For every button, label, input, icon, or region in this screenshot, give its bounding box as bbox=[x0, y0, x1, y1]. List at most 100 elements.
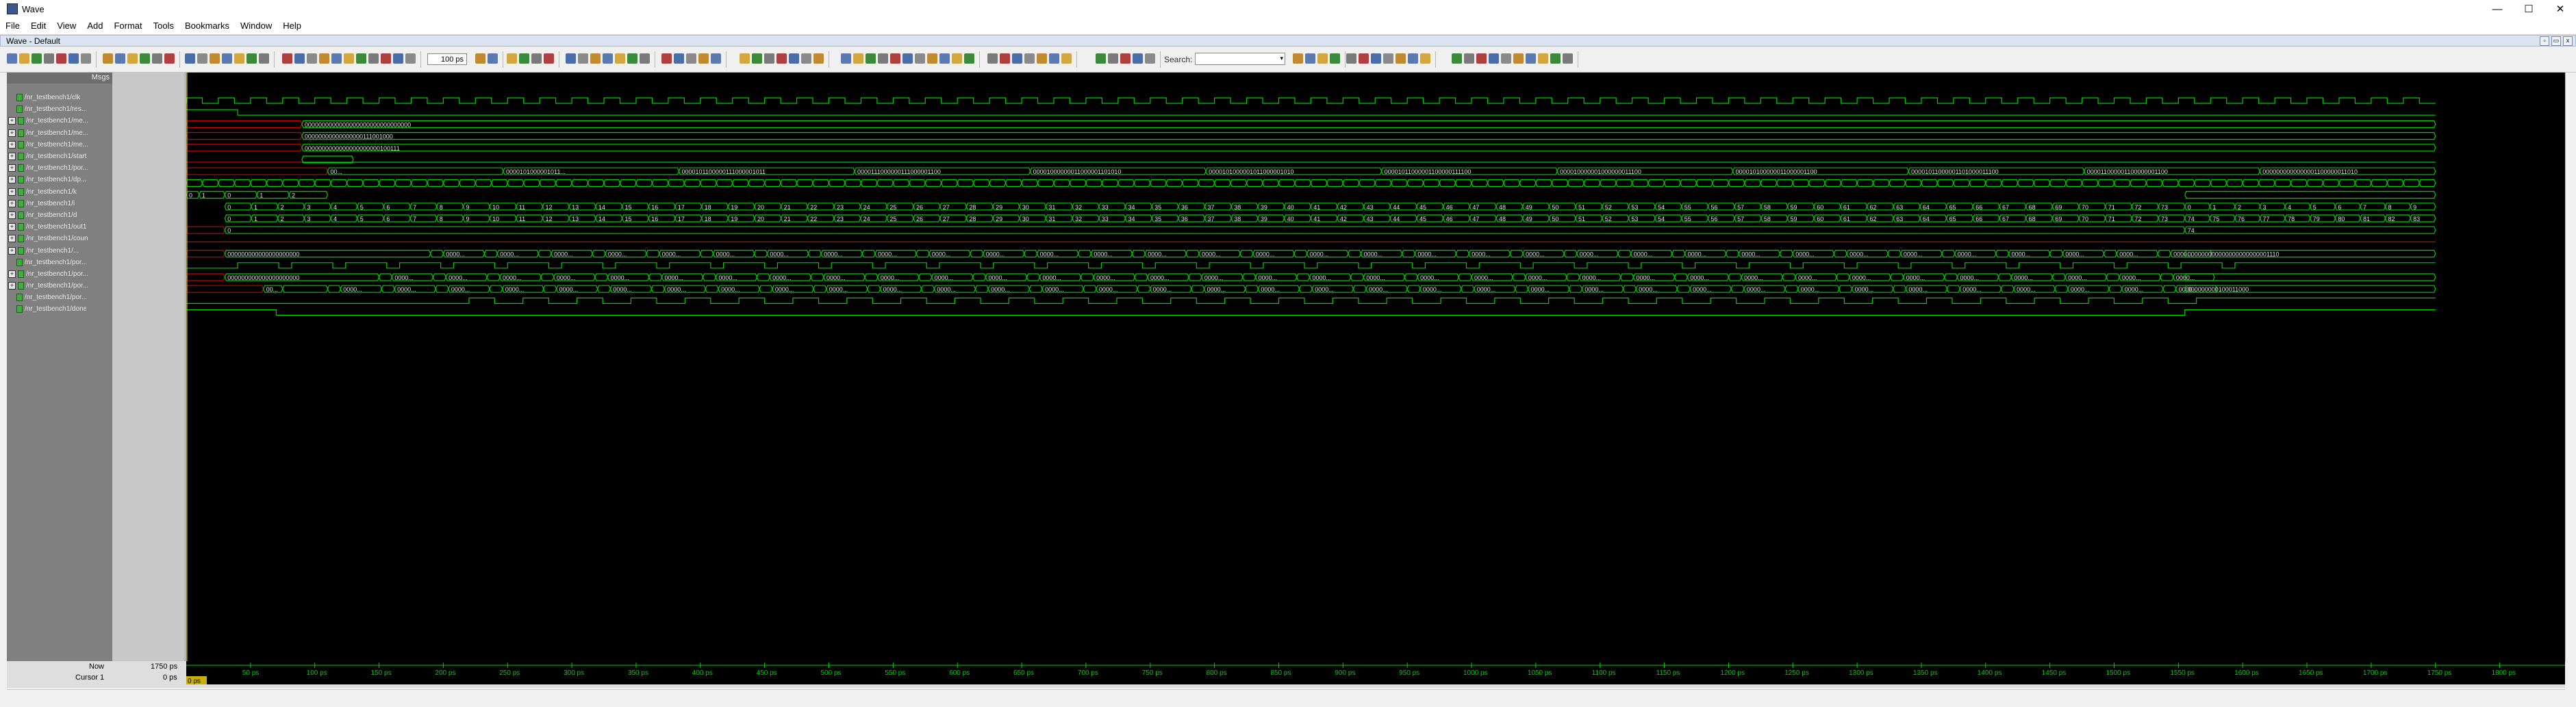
signal-name[interactable]: /nr_testbench1/dp... bbox=[26, 176, 88, 183]
toolbar-button-icon[interactable] bbox=[866, 53, 876, 64]
toolbar-button-icon[interactable] bbox=[1346, 53, 1356, 64]
toolbar-button-icon[interactable] bbox=[544, 53, 554, 64]
toolbar-button-icon[interactable] bbox=[1037, 53, 1047, 64]
signal-name[interactable]: /nr_testbench1/por... bbox=[26, 164, 88, 172]
zoom-value-field[interactable]: 100 ps bbox=[427, 53, 467, 65]
toolbar-button-icon[interactable] bbox=[234, 53, 244, 64]
toolbar-button-icon[interactable] bbox=[519, 53, 529, 64]
toolbar-button-icon[interactable] bbox=[1120, 53, 1131, 64]
toolbar-button-icon[interactable] bbox=[603, 53, 613, 64]
signal-row[interactable]: /nr_testbench1/doneSt1 bbox=[7, 303, 125, 315]
toolbar-button-icon[interactable] bbox=[140, 53, 150, 64]
toolbar-button-icon[interactable] bbox=[801, 53, 811, 64]
toolbar-button-icon[interactable] bbox=[764, 53, 774, 64]
toolbar-button-icon[interactable] bbox=[578, 53, 588, 64]
toolbar-button-icon[interactable] bbox=[674, 53, 684, 64]
expand-icon[interactable]: + bbox=[8, 246, 16, 255]
signal-name[interactable]: /nr_testbench1/d bbox=[26, 211, 88, 219]
toolbar-button-icon[interactable] bbox=[81, 53, 91, 64]
toolbar-button-icon[interactable] bbox=[1330, 53, 1340, 64]
horizontal-scrollbar[interactable] bbox=[7, 689, 2565, 702]
toolbar-button-icon[interactable] bbox=[915, 53, 925, 64]
toolbar-button-icon[interactable] bbox=[31, 53, 42, 64]
toolbar-button-icon[interactable] bbox=[1305, 53, 1315, 64]
signal-row[interactable]: +/nr_testbench1/k70 bbox=[7, 186, 123, 198]
toolbar-button-icon[interactable] bbox=[987, 53, 998, 64]
cursor-label[interactable]: Cursor 1 bbox=[75, 673, 104, 682]
toolbar-button-icon[interactable] bbox=[615, 53, 625, 64]
menu-view[interactable]: View bbox=[51, 18, 81, 34]
signal-name[interactable]: /nr_testbench1/me... bbox=[26, 129, 88, 137]
signal-row[interactable]: +/nr_testbench1/i10 bbox=[7, 198, 123, 209]
toolbar-button-icon[interactable] bbox=[853, 53, 863, 64]
toolbar-button-icon[interactable] bbox=[1396, 53, 1406, 64]
expand-icon[interactable]: + bbox=[8, 270, 16, 278]
toolbar-button-icon[interactable] bbox=[1293, 53, 1303, 64]
restore-icon[interactable]: ▭ bbox=[2551, 36, 2561, 46]
expand-icon[interactable]: + bbox=[8, 188, 16, 196]
toolbar-button-icon[interactable] bbox=[776, 53, 787, 64]
toolbar-button-icon[interactable] bbox=[640, 53, 650, 64]
vertical-scrollbar[interactable] bbox=[2565, 73, 2576, 661]
signal-name[interactable]: /nr_testbench1/out1 bbox=[26, 223, 88, 231]
signal-row[interactable]: /nr_testbench1/por...St1 bbox=[7, 257, 125, 268]
toolbar-button-icon[interactable] bbox=[44, 53, 54, 64]
toolbar-button-icon[interactable] bbox=[1061, 53, 1072, 64]
toolbar-button-icon[interactable] bbox=[890, 53, 900, 64]
toolbar-button-icon[interactable] bbox=[115, 53, 125, 64]
toolbar-button-icon[interactable] bbox=[1550, 53, 1561, 64]
waveform-area[interactable]: 0000000000000000000000000000000 000000000… bbox=[186, 73, 2565, 661]
signal-name[interactable]: /nr_testbench1/por... bbox=[26, 270, 88, 278]
menu-edit[interactable]: Edit bbox=[25, 18, 51, 34]
toolbar-button-icon[interactable] bbox=[1452, 53, 1462, 64]
toolbar-button-icon[interactable] bbox=[939, 53, 950, 64]
toolbar-button-icon[interactable] bbox=[1108, 53, 1118, 64]
toolbar-button-icon[interactable] bbox=[210, 53, 220, 64]
signal-row[interactable]: +/nr_testbench1/me...000000000000000... bbox=[7, 139, 178, 151]
signal-name[interactable]: /nr_testbench1/... bbox=[26, 247, 88, 255]
toolbar-button-icon[interactable] bbox=[1359, 53, 1369, 64]
expand-icon[interactable]: + bbox=[8, 129, 16, 137]
signal-row[interactable]: +/nr_testbench1/por...000000000100011000 bbox=[7, 280, 183, 292]
toolbar-button-icon[interactable] bbox=[56, 53, 66, 64]
toolbar-button-icon[interactable] bbox=[19, 53, 29, 64]
signal-row[interactable]: /nr_testbench1/res...1 bbox=[7, 103, 119, 115]
toolbar-button-icon[interactable] bbox=[1012, 53, 1022, 64]
toolbar-button-icon[interactable] bbox=[1420, 53, 1430, 64]
menu-tools[interactable]: Tools bbox=[148, 18, 179, 34]
toolbar-button-icon[interactable] bbox=[1464, 53, 1474, 64]
chevron-down-icon[interactable]: ▾ bbox=[1280, 55, 1283, 62]
signal-name[interactable]: /nr_testbench1/clk bbox=[25, 94, 86, 101]
toolbar-button-icon[interactable] bbox=[475, 53, 485, 64]
signal-row[interactable]: +/nr_testbench1/por...000000000000000... bbox=[7, 268, 178, 280]
toolbar-button-icon[interactable] bbox=[164, 53, 175, 64]
toolbar-button-icon[interactable] bbox=[740, 53, 750, 64]
signal-row[interactable]: +/nr_testbench1/por...xxxxxxxxxxxxxx... bbox=[7, 162, 168, 174]
expand-icon[interactable]: + bbox=[8, 199, 16, 207]
toolbar-button-icon[interactable] bbox=[566, 53, 576, 64]
signal-name[interactable]: /nr_testbench1/start bbox=[26, 153, 88, 160]
toolbar-button-icon[interactable] bbox=[789, 53, 799, 64]
menu-file[interactable]: File bbox=[0, 18, 25, 34]
toolbar-button-icon[interactable] bbox=[247, 53, 257, 64]
signal-row[interactable]: +/nr_testbench1/out174 bbox=[7, 221, 123, 233]
signal-name[interactable]: /nr_testbench1/por... bbox=[26, 282, 88, 290]
toolbar-button-icon[interactable] bbox=[1513, 53, 1524, 64]
toolbar-button-icon[interactable] bbox=[1489, 53, 1499, 64]
signal-row[interactable]: +/nr_testbench1/d64 bbox=[7, 209, 123, 221]
toolbar-button-icon[interactable] bbox=[711, 53, 721, 64]
signal-name[interactable]: /nr_testbench1/me... bbox=[26, 117, 88, 125]
signal-row[interactable]: +/nr_testbench1/...000000000000000... bbox=[7, 244, 178, 256]
toolbar-button-icon[interactable] bbox=[294, 53, 305, 64]
toolbar-button-icon[interactable] bbox=[964, 53, 974, 64]
toolbar-button-icon[interactable] bbox=[307, 53, 317, 64]
toolbar-button-icon[interactable] bbox=[952, 53, 962, 64]
toolbar-button-icon[interactable] bbox=[259, 53, 269, 64]
toolbar-button-icon[interactable] bbox=[752, 53, 762, 64]
toolbar-button-icon[interactable] bbox=[405, 53, 416, 64]
toolbar-button-icon[interactable] bbox=[197, 53, 207, 64]
signal-row[interactable]: +/nr_testbench1/me...000000000000000... bbox=[7, 115, 178, 127]
menu-help[interactable]: Help bbox=[277, 18, 307, 34]
toolbar-button-icon[interactable] bbox=[661, 53, 672, 64]
toolbar-button-icon[interactable] bbox=[68, 53, 79, 64]
